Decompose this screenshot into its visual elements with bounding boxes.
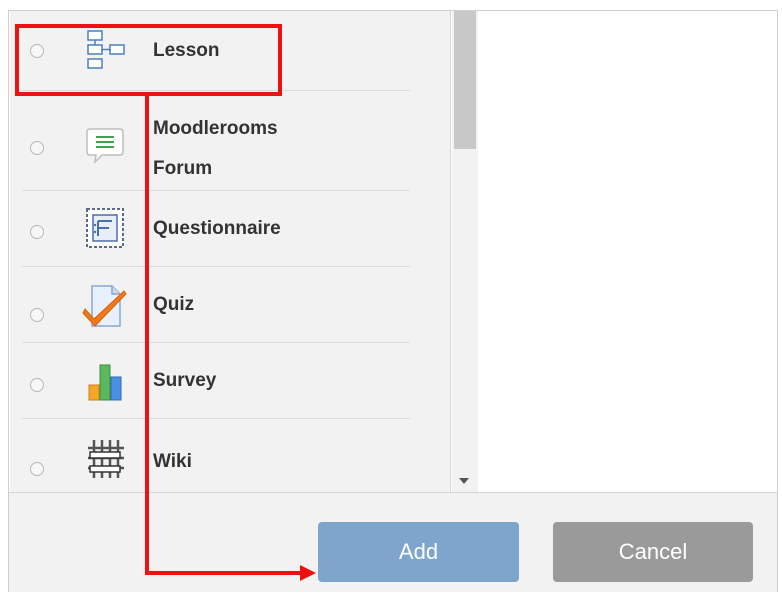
scroll-down-arrow-icon[interactable]: [459, 478, 469, 484]
activity-radio-survey[interactable]: [30, 378, 44, 392]
dialog-footer: Add Cancel: [9, 492, 777, 592]
activity-label-survey: Survey: [153, 370, 217, 391]
activity-radio-moodlerooms-forum[interactable]: [30, 141, 44, 155]
questionnaire-icon: [86, 208, 124, 248]
survey-icon: [88, 364, 122, 401]
activity-item-survey[interactable]: Survey: [10, 343, 410, 419]
activity-label-questionnaire: Questionnaire: [153, 218, 281, 239]
quiz-icon: [82, 285, 127, 327]
scrollbar-thumb[interactable]: [454, 11, 476, 149]
cancel-button[interactable]: Cancel: [553, 522, 753, 582]
list-scrollbar[interactable]: [452, 11, 478, 492]
activity-label-wiki: Wiki: [153, 451, 192, 472]
activity-radio-questionnaire[interactable]: [30, 225, 44, 239]
forum-icon: [86, 128, 124, 165]
activity-item-questionnaire[interactable]: Questionnaire: [10, 191, 410, 267]
wiki-icon: [88, 440, 124, 478]
add-button[interactable]: Add: [318, 522, 519, 582]
annotation-arrowhead-icon: [300, 565, 316, 581]
activity-item-moodlerooms-forum[interactable]: Moodlerooms Forum: [10, 91, 410, 191]
highlight-box-lesson: [15, 24, 282, 96]
activity-chooser-dialog: Lesson Moodlerooms Forum Questionnaire Q…: [8, 10, 778, 592]
activity-label-moodlerooms-forum: Moodlerooms Forum: [153, 118, 278, 179]
annotation-arrow-line-horizontal: [145, 571, 303, 575]
activity-radio-wiki[interactable]: [30, 462, 44, 476]
activity-item-quiz[interactable]: Quiz: [10, 267, 410, 343]
activity-item-wiki[interactable]: Wiki: [10, 419, 410, 492]
annotation-arrow-line: [145, 96, 149, 575]
activity-radio-quiz[interactable]: [30, 308, 44, 322]
activity-label-quiz: Quiz: [153, 294, 195, 315]
